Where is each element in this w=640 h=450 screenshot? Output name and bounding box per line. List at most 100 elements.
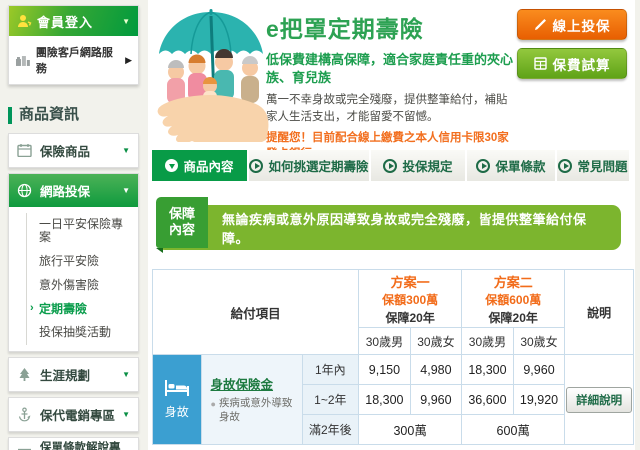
sidebar-item-products[interactable]: 保險商品 ▼ (9, 134, 138, 167)
circle-arrow-right-icon (249, 158, 264, 173)
member-login-button[interactable]: 會員登入 ▼ (9, 6, 138, 36)
premium-value: 9,960 (512, 354, 566, 385)
sidebar-menu: 保險商品 ▼ 網路投保 ▼ 一日平安保險專案 旅行平安險 意外傷害險 › 定期壽險 (8, 132, 139, 450)
calendar-icon (17, 143, 34, 158)
tab-label: 投保規定 (402, 160, 453, 174)
online-apply-label: 線上投保 (552, 18, 611, 34)
globe-icon (17, 183, 34, 198)
pen-icon (534, 19, 546, 30)
product-intro: e把罩定期壽險 低保費建構高保障，適合家庭責任重的夾心族、育兒族 萬一不幸身故或… (256, 2, 517, 177)
chevron-down-icon: ▼ (122, 145, 130, 155)
period-cell: 1年內 (301, 354, 360, 385)
death-benefit-link[interactable]: 身故保險金 (211, 378, 274, 392)
tab-label: 常見問題 (577, 160, 628, 174)
submenu-item-travel[interactable]: 旅行平安險 (26, 250, 138, 274)
subheader-female-30: 30歲女 (512, 327, 566, 355)
submenu-item-one-day[interactable]: 一日平安保險專案 (26, 212, 138, 251)
premium-value: 9,960 (409, 384, 463, 415)
premium-value: 36,600 (461, 384, 514, 415)
tab-product-content[interactable]: 商品內容 (152, 150, 247, 181)
column-header-plan1: 方案一 保額300萬 保障20年 (358, 269, 463, 328)
family-under-umbrella-illustration (152, 2, 269, 144)
table-row: 身故 身故保險金 ● 疾病或意外導致身故 1年內 9,150 4,980 18,… (152, 354, 634, 445)
anchor-icon (17, 407, 34, 422)
tree-icon (17, 367, 34, 382)
submenu-item-term-life[interactable]: › 定期壽險 (26, 297, 138, 322)
active-arrow-icon: › (30, 301, 34, 314)
coverage-text: 無論疾病或意外原因導致身故或完全殘廢，皆提供整筆給付保障。 (222, 211, 587, 246)
premium-calc-button[interactable]: 保費試算 (517, 48, 627, 79)
sidebar: 會員登入 ▼ 團險客戶網路服務 ▶ 商品資訊 保險商品 ▼ 網路投保 ▼ 一日平… (0, 0, 148, 450)
building-icon (15, 55, 30, 66)
submenu-item-accident[interactable]: 意外傷害險 (26, 273, 138, 298)
premium-value: 9,150 (358, 354, 411, 385)
benefit-note: ● 疾病或意外導致身故 (210, 397, 293, 423)
group-service-link[interactable]: 團險客戶網路服務 ▶ (9, 36, 138, 84)
person-icon (18, 15, 32, 27)
arrow-right-icon: ▶ (125, 54, 132, 65)
coverage-banner: 無論疾病或意外原因導致身故或完全殘廢，皆提供整筆給付保障。 (156, 205, 621, 250)
member-login-label: 會員登入 (37, 14, 94, 30)
sum-assured-value: 300萬 (358, 414, 463, 445)
subheader-female-30: 30歲女 (409, 327, 463, 355)
product-subtitle: 低保費建構高保障，適合家庭責任重的夾心族、育兒族 (266, 52, 514, 86)
tab-label: 商品內容 (183, 160, 234, 174)
action-buttons: 線上投保 保費試算 (517, 2, 629, 144)
chevron-down-icon: ▼ (122, 370, 130, 380)
tab-faq[interactable]: 常見問題 (557, 150, 629, 181)
category-cell-death: 身故 (152, 354, 202, 445)
column-header-note: 說明 (564, 269, 634, 355)
bullet-icon: ● (210, 399, 216, 410)
chevron-down-icon: ▼ (122, 16, 130, 26)
circle-arrow-right-icon (383, 158, 398, 173)
group-service-label: 團險客戶網路服務 (35, 47, 113, 75)
chevron-down-icon: ▼ (122, 410, 130, 420)
sidebar-item-life-plan[interactable]: 生涯規劃 ▼ (9, 358, 138, 391)
coverage-label: 保障 內容 (156, 197, 208, 253)
column-header-plan2: 方案二 保額600萬 保障20年 (461, 269, 566, 328)
sum-assured-value: 600萬 (461, 414, 566, 445)
premium-calc-label: 保費試算 (552, 57, 611, 73)
submenu-item-lottery[interactable]: 投保抽獎活動 (26, 321, 138, 346)
sidebar-item-label: 保代電銷專區 (40, 409, 116, 424)
circle-arrow-right-icon (476, 158, 491, 173)
coverage-section: 無論疾病或意外原因導致身故或完全殘廢，皆提供整筆給付保障。 保障 內容 (152, 197, 629, 257)
sidebar-item-online-insure[interactable]: 網路投保 ▼ (9, 173, 138, 207)
tab-label: 保單條款 (495, 160, 546, 174)
premium-value: 19,920 (512, 384, 566, 415)
product-title: e把罩定期壽險 (266, 16, 424, 42)
sidebar-item-agent-telemarketing[interactable]: 保代電銷專區 ▼ (9, 398, 138, 431)
period-cell: 滿2年後 (301, 414, 360, 445)
calculator-icon (533, 57, 547, 70)
sidebar-section-title: 商品資訊 (8, 106, 143, 124)
page: 會員登入 ▼ 團險客戶網路服務 ▶ 商品資訊 保險商品 ▼ 網路投保 ▼ 一日平… (0, 0, 640, 450)
login-card: 會員登入 ▼ 團險客戶網路服務 ▶ (8, 5, 139, 85)
column-header-benefit-item: 給付項目 (151, 269, 360, 355)
product-tabbar: 商品內容 如何挑選定期壽險 投保規定 保單條款 常見問題 (152, 150, 629, 181)
detail-button[interactable]: 詳細說明 (566, 386, 633, 413)
product-hero: e把罩定期壽險 低保費建構高保障，適合家庭責任重的夾心族、育兒族 萬一不幸身故或… (152, 2, 629, 177)
bed-icon (164, 380, 189, 396)
chevron-down-icon: ▼ (122, 185, 130, 195)
benefit-cell: 身故保險金 ● 疾病或意外導致身故 (200, 354, 303, 445)
benefit-table: 給付項目 方案一 保額300萬 保障20年 方案二 保額600萬 保障20年 說… (151, 269, 634, 445)
sidebar-item-policy-terms[interactable]: 保單條款解說專區 ▼ (9, 438, 138, 450)
online-insure-submenu: 一日平安保險專案 旅行平安險 意外傷害險 › 定期壽險 投保抽獎活動 (9, 207, 138, 352)
premium-value: 4,980 (409, 354, 463, 385)
tab-how-to-choose[interactable]: 如何挑選定期壽險 (249, 150, 369, 181)
sidebar-item-label: 保單條款解說專區 (40, 441, 121, 450)
subheader-male-30: 30歲男 (358, 327, 411, 355)
product-description: 萬一不幸身故或完全殘廢，提供整筆給付，補貼家人生活支出，才能留愛不留憾。 (266, 94, 508, 124)
sidebar-item-label: 保險商品 (40, 144, 91, 159)
tab-policy-terms[interactable]: 保單條款 (467, 150, 555, 181)
online-apply-button[interactable]: 線上投保 (517, 9, 627, 40)
premium-value: 18,300 (461, 354, 514, 385)
subheader-male-30: 30歲男 (461, 327, 514, 355)
period-cell: 1~2年 (301, 384, 360, 415)
note-cell: 詳細說明 (564, 354, 634, 445)
tab-label: 如何挑選定期壽險 (268, 160, 369, 174)
circle-arrow-right-icon (558, 158, 573, 173)
main-content: e把罩定期壽險 低保費建構高保障，適合家庭責任重的夾心族、育兒族 萬一不幸身故或… (148, 0, 635, 450)
tab-apply-rules[interactable]: 投保規定 (371, 150, 465, 181)
circle-arrow-down-icon (165, 159, 179, 172)
